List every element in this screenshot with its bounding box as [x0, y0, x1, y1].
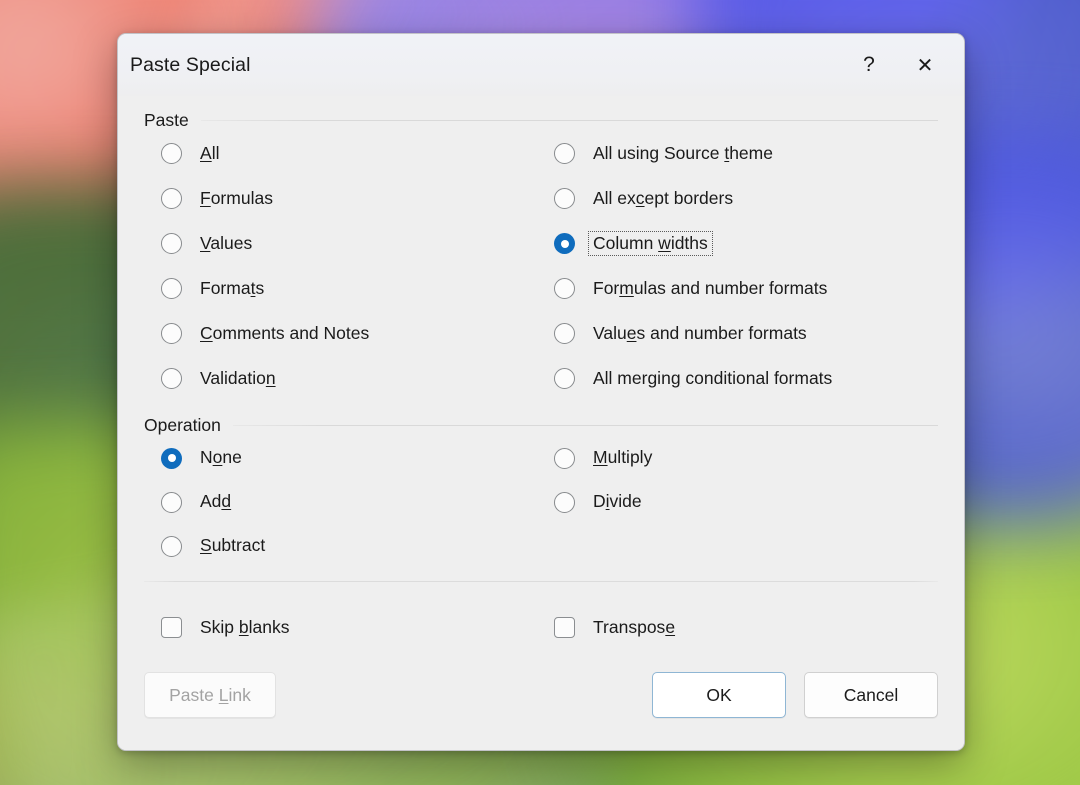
checkbox-unchecked-icon[interactable] — [161, 617, 182, 638]
radio-unselected-icon[interactable] — [554, 323, 575, 344]
operation-right-radio-row[interactable]: Multiply — [554, 436, 938, 480]
paste-right-label: All except borders — [590, 188, 736, 210]
paste-left-radio-row[interactable]: Formats — [161, 266, 545, 311]
paste-options: All Formulas Values Formats Comments and Not… — [144, 131, 938, 401]
ok-button[interactable]: OK — [652, 672, 786, 718]
radio-unselected-icon[interactable] — [554, 368, 575, 389]
checkbox-row[interactable]: Skip blanks — [161, 605, 545, 650]
paste-left-radio-row[interactable]: Validation — [161, 356, 545, 401]
paste-options-left-column: All Formulas Values Formats Comments and Not… — [161, 131, 545, 401]
paste-link-button[interactable]: Paste Link — [144, 672, 276, 718]
paste-group-label: Paste — [144, 110, 189, 131]
operation-left-label: Subtract — [197, 535, 268, 557]
paste-right-radio-row[interactable]: All using Source theme — [554, 131, 938, 176]
radio-unselected-icon[interactable] — [161, 278, 182, 299]
cancel-button[interactable]: Cancel — [804, 672, 938, 718]
paste-right-radio-row[interactable]: All except borders — [554, 176, 938, 221]
operation-right-label: Multiply — [590, 447, 655, 469]
checkbox-row: Skip blanks Transpose — [144, 605, 938, 650]
radio-selected-icon[interactable] — [161, 448, 182, 469]
paste-left-label: Formats — [197, 278, 267, 300]
radio-unselected-icon[interactable] — [554, 278, 575, 299]
dialog-titlebar: Paste Special ? ✕ — [118, 34, 964, 96]
paste-right-label: All merging conditional formats — [590, 368, 835, 390]
radio-unselected-icon[interactable] — [161, 536, 182, 557]
paste-special-dialog: Paste Special ? ✕ Paste All Formulas Value… — [117, 33, 965, 751]
checkbox-unchecked-icon[interactable] — [554, 617, 575, 638]
checkbox-row[interactable]: Transpose — [554, 605, 938, 650]
dialog-title: Paste Special — [130, 54, 251, 77]
footer-separator — [144, 581, 938, 582]
paste-left-label: Validation — [197, 368, 279, 390]
paste-options-right-column: All using Source theme All except borders… — [545, 131, 938, 401]
radio-unselected-icon[interactable] — [161, 188, 182, 209]
paste-right-label: Column widths — [590, 233, 711, 255]
close-icon[interactable]: ✕ — [896, 34, 954, 96]
paste-left-radio-row[interactable]: Formulas — [161, 176, 545, 221]
radio-unselected-icon[interactable] — [161, 233, 182, 254]
paste-left-radio-row[interactable]: Comments and Notes — [161, 311, 545, 356]
radio-unselected-icon[interactable] — [161, 143, 182, 164]
operation-left-radio-row[interactable]: None — [161, 436, 545, 480]
operation-right-radio-row[interactable]: Divide — [554, 480, 938, 524]
paste-left-radio-row[interactable]: All — [161, 131, 545, 176]
operation-left-label: None — [197, 447, 245, 469]
operation-group-label: Operation — [144, 415, 221, 436]
transpose-column: Transpose — [545, 605, 938, 650]
radio-unselected-icon[interactable] — [554, 448, 575, 469]
paste-right-radio-row[interactable]: Formulas and number formats — [554, 266, 938, 311]
operation-right-label: Divide — [590, 491, 645, 513]
radio-unselected-icon[interactable] — [161, 492, 182, 513]
radio-unselected-icon[interactable] — [161, 323, 182, 344]
paste-right-radio-row[interactable]: Values and number formats — [554, 311, 938, 356]
operation-group-rule — [233, 425, 938, 426]
operation-left-radio-row[interactable]: Subtract — [161, 524, 545, 568]
radio-selected-icon[interactable] — [554, 233, 575, 254]
radio-unselected-icon[interactable] — [554, 188, 575, 209]
operation-options: None Add Subtract Multiply Divide — [144, 436, 938, 568]
paste-left-label: All — [197, 143, 222, 165]
paste-right-radio-row[interactable]: Column widths — [554, 221, 938, 266]
checkbox-label: Skip blanks — [197, 617, 293, 639]
operation-options-right-column: Multiply Divide — [545, 436, 938, 568]
paste-left-label: Comments and Notes — [197, 323, 372, 345]
radio-unselected-icon[interactable] — [554, 143, 575, 164]
checkbox-label: Transpose — [590, 617, 678, 639]
operation-left-label: Add — [197, 491, 234, 513]
paste-left-label: Values — [197, 233, 255, 255]
operation-group-header: Operation — [144, 401, 938, 436]
operation-options-left-column: None Add Subtract — [161, 436, 545, 568]
help-icon[interactable]: ? — [842, 34, 896, 96]
paste-right-radio-row[interactable]: All merging conditional formats — [554, 356, 938, 401]
paste-left-label: Formulas — [197, 188, 276, 210]
operation-left-radio-row[interactable]: Add — [161, 480, 545, 524]
paste-group-header: Paste — [144, 96, 938, 131]
paste-left-radio-row[interactable]: Values — [161, 221, 545, 266]
dialog-footer: Paste Link OK Cancel — [144, 672, 938, 718]
paste-group-rule — [201, 120, 938, 121]
dialog-body: Paste All Formulas Values Formats Comments a… — [118, 96, 964, 750]
paste-right-label: All using Source theme — [590, 143, 776, 165]
paste-right-label: Values and number formats — [590, 323, 810, 345]
paste-right-label: Formulas and number formats — [590, 278, 830, 300]
skip-blanks-column: Skip blanks — [161, 605, 545, 650]
radio-unselected-icon[interactable] — [554, 492, 575, 513]
titlebar-buttons: ? ✕ — [842, 34, 964, 96]
radio-unselected-icon[interactable] — [161, 368, 182, 389]
